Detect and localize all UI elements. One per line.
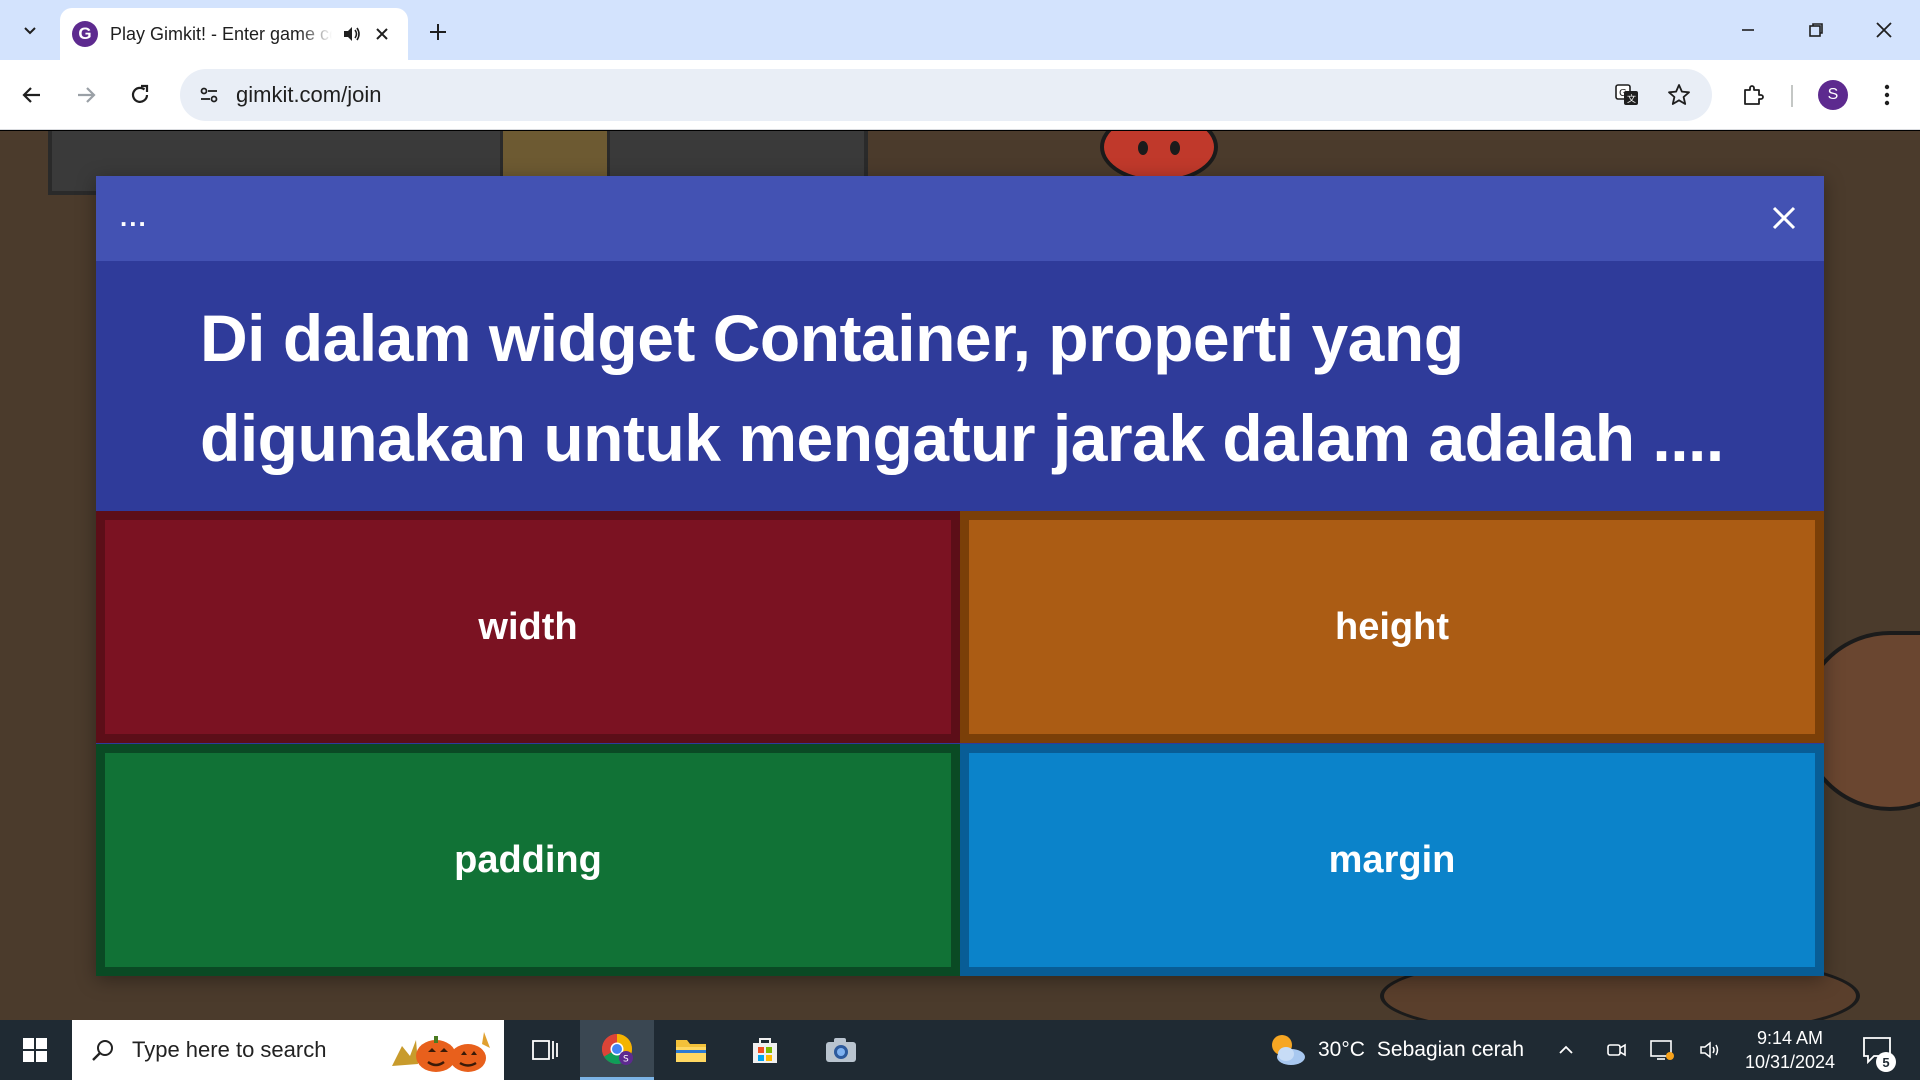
file-explorer-button[interactable] [654,1020,728,1080]
active-tab[interactable]: G Play Gimkit! - Enter game code [60,8,408,60]
camera-icon [826,1038,856,1062]
close-window-button[interactable] [1862,12,1906,48]
camera-button[interactable] [804,1020,878,1080]
new-tab-button[interactable] [422,16,454,48]
microsoft-store-icon [753,1038,777,1063]
tab-close-icon[interactable] [372,24,392,44]
extensions-puzzle-icon [1744,85,1764,105]
partly-sunny-icon [1272,1035,1305,1065]
folder-icon [676,1040,706,1062]
svg-text:S: S [623,1054,629,1064]
system-clock[interactable]: 9:14 AM 10/31/2024 [1730,1026,1850,1074]
answer-label: height [1335,605,1449,648]
restore-button[interactable] [1794,12,1838,48]
forward-arrow-icon [78,87,96,103]
answer-label: width [478,605,578,648]
reload-icon [131,84,149,103]
chevron-down-icon [24,27,36,35]
chrome-icon: S [601,1033,633,1065]
browser-menu-button[interactable] [1872,77,1902,113]
task-view-icon [532,1040,558,1060]
answer-label: margin [1328,838,1456,881]
answer-label: padding [454,838,602,881]
extensions-button[interactable] [1738,80,1768,110]
search-icon [92,1040,113,1061]
volume-icon [1700,1041,1719,1059]
reload-button[interactable] [122,77,158,113]
question-text: Di dalam widget Container, properti yang… [200,301,1724,475]
site-settings-icon [200,87,218,103]
toolbar-divider [1791,85,1793,107]
task-view-button[interactable] [508,1020,582,1080]
webcam-icon [1607,1043,1626,1057]
weather-temperature: 30°C [1318,1038,1365,1061]
chevron-up-icon [1559,1045,1573,1054]
notification-count-badge: 5 [1876,1052,1896,1072]
back-button[interactable] [14,77,50,113]
network-icon [1650,1040,1674,1060]
translate-icon: G 文 [1615,84,1638,105]
profile-avatar[interactable]: S [1818,80,1848,110]
minimize-button[interactable] [1726,12,1770,48]
answer-option-width[interactable]: width [96,511,960,743]
tab-search-button[interactable] [10,12,50,48]
answer-option-padding[interactable]: padding [96,744,960,976]
weather-widget[interactable]: 30°C Sebagian cerah [1266,1020,1524,1080]
meet-now-button[interactable] [1602,1036,1630,1064]
url-text[interactable]: gimkit.com/join [236,82,381,108]
search-placeholder: Type here to search [132,1037,327,1062]
bookmark-button[interactable] [1664,80,1694,110]
star-icon [1668,84,1690,105]
speaker-icon[interactable] [340,23,362,45]
kebab-menu-icon [1884,84,1890,106]
svg-text:文: 文 [1627,93,1636,105]
plus-icon [430,24,446,40]
windows-taskbar: Type here to search S 30°C Sebagian cera… [0,1020,1920,1080]
microsoft-store-button[interactable] [728,1020,802,1080]
tab-title: Play Gimkit! - Enter game code [110,23,332,44]
more-options-button[interactable]: ... [120,202,148,233]
answer-grid: width height padding margin [96,511,1824,976]
windows-logo-icon [23,1038,47,1062]
volume-button[interactable] [1696,1036,1724,1064]
network-button[interactable] [1648,1036,1676,1064]
start-button[interactable] [0,1020,70,1080]
modal-header: ... [96,176,1824,261]
weather-condition: Sebagian cerah [1376,1038,1525,1061]
browser-tab-bar: G Play Gimkit! - Enter game code [0,0,1920,60]
creature-eye [1138,141,1148,155]
show-hidden-icons-button[interactable] [1552,1036,1580,1064]
taskbar-search-box[interactable]: Type here to search [72,1020,504,1080]
halloween-pumpkins-icon [392,1032,490,1072]
browser-toolbar: gimkit.com/join G 文 S [0,60,1920,130]
back-arrow-icon [22,87,40,103]
chrome-taskbar-button[interactable]: S [580,1020,654,1080]
translate-button[interactable]: G 文 [1612,80,1642,110]
answer-option-margin[interactable]: margin [960,744,1824,976]
close-icon[interactable] [1770,204,1798,232]
minimize-icon [1742,29,1754,31]
clock-date: 10/31/2024 [1744,1052,1836,1072]
close-icon [1876,22,1892,38]
address-bar[interactable]: gimkit.com/join G 文 [180,69,1712,121]
question-modal: ... Di dalam widget Container, properti … [96,176,1824,976]
restore-icon [1809,23,1823,37]
clock-time: 9:14 AM [1756,1028,1824,1048]
creature-eye [1170,141,1180,155]
forward-button[interactable] [68,77,104,113]
gimkit-favicon-icon: G [72,21,98,47]
answer-option-height[interactable]: height [960,511,1824,743]
site-info-button[interactable] [194,80,224,110]
